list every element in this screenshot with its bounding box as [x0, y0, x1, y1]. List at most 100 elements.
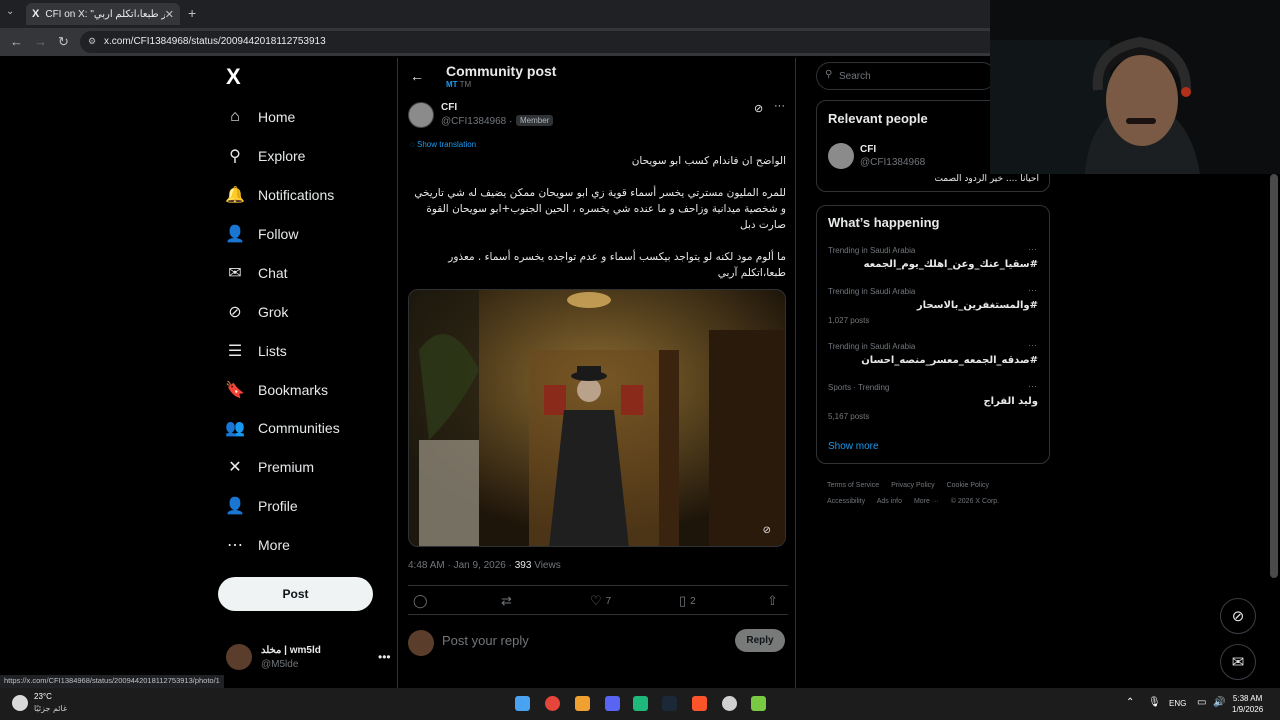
- reply-submit-button[interactable]: Reply: [735, 629, 785, 652]
- community-name[interactable]: MT: [446, 80, 458, 89]
- footer-link[interactable]: Ads info: [877, 498, 902, 505]
- more-dots-icon[interactable]: ···: [1028, 244, 1037, 254]
- clock-time: 5:38 AM: [1232, 694, 1263, 703]
- show-more-link[interactable]: Show more: [828, 441, 879, 452]
- discord-icon[interactable]: [605, 696, 620, 711]
- weather-icon[interactable]: [12, 695, 28, 711]
- reply-button[interactable]: ◯: [413, 593, 432, 609]
- new-tab-icon[interactable]: +: [188, 5, 196, 21]
- nav-item-lists[interactable]: ☰ Lists: [226, 336, 287, 366]
- taskbar-clock[interactable]: 5:38 AM 1/9/2026: [1232, 693, 1263, 715]
- steam-icon[interactable]: [662, 696, 677, 711]
- search-placeholder: Search: [839, 71, 871, 82]
- show-translation-link[interactable]: ◌ Show translation: [410, 140, 476, 149]
- post-author-handle[interactable]: @CFI1384968 ·: [441, 116, 512, 127]
- app-icon[interactable]: [722, 696, 737, 711]
- close-tab-icon[interactable]: ✕: [165, 8, 174, 21]
- nav-item-label: Home: [258, 109, 296, 125]
- app-icon[interactable]: [633, 696, 648, 711]
- main-column: ← Community post MT TM CFI @CFI1384968 ·…: [397, 58, 796, 688]
- relevant-person-handle[interactable]: @CFI1384968: [860, 157, 925, 168]
- whats-happening-panel: What’s happening Trending in Saudi Arabi…: [816, 205, 1050, 464]
- chrome-icon[interactable]: [545, 696, 560, 711]
- nav-item-explore[interactable]: ⚲ Explore: [226, 141, 305, 171]
- footer-link[interactable]: Accessibility: [827, 498, 865, 505]
- reload-icon[interactable]: ↻: [58, 34, 69, 50]
- trend-meta: Trending in Saudi Arabia: [828, 246, 916, 255]
- nav-item-notifications[interactable]: 🔔 Notifications: [225, 180, 334, 210]
- relevant-person-name[interactable]: CFI: [860, 144, 876, 155]
- webcam-person-image: [990, 0, 1280, 174]
- post-button[interactable]: Post: [218, 577, 373, 611]
- tab-list-chevron-icon[interactable]: ⌄: [6, 6, 14, 17]
- share-button[interactable]: ⇧: [767, 593, 782, 609]
- repost-button[interactable]: ⇄: [501, 593, 516, 609]
- like-button[interactable]: ♡ 7: [590, 593, 611, 609]
- nav-item-premium[interactable]: ✕ Premium: [226, 452, 314, 482]
- grok-icon[interactable]: ⊘: [754, 102, 763, 115]
- community-extra: TM: [459, 80, 472, 89]
- grok-analyze-icon[interactable]: ⊘: [763, 525, 771, 536]
- trend-name[interactable]: #والمستغفرين_بالاسحار: [917, 300, 1038, 311]
- app-icon[interactable]: [751, 696, 766, 711]
- avatar[interactable]: [408, 102, 434, 128]
- more-dots-icon[interactable]: ···: [1028, 381, 1037, 391]
- volume-icon[interactable]: 🔊: [1213, 697, 1225, 708]
- nav-item-more[interactable]: ⋯ More: [226, 530, 290, 560]
- trend-name[interactable]: #سقيا_عنك_وعن_اهلك_يوم_الجمعه: [864, 259, 1038, 270]
- bookmark-button[interactable]: ▯ 2: [679, 593, 696, 609]
- post-text-paragraph: الواضح ان فاندام كسب ابو سويحان: [631, 155, 786, 167]
- nav-item-follow[interactable]: 👤 Follow: [225, 219, 298, 249]
- home-icon: ⌂: [230, 108, 240, 125]
- forward-arrow-icon[interactable]: →: [34, 34, 47, 49]
- post-media-image[interactable]: ⊘: [408, 289, 786, 547]
- app-icon[interactable]: [575, 696, 590, 711]
- grok-icon: ⊘: [228, 304, 242, 321]
- footer-copyright: © 2026 X Corp.: [950, 498, 1000, 505]
- network-icon[interactable]: ▭: [1197, 697, 1206, 708]
- messages-floating-button[interactable]: ✉: [1220, 644, 1256, 680]
- nav-item-label: Explore: [258, 148, 306, 164]
- brave-icon[interactable]: [692, 696, 707, 711]
- back-arrow-icon[interactable]: ←: [410, 68, 424, 84]
- nav-item-home[interactable]: ⌂ Home: [226, 102, 295, 132]
- reply-input[interactable]: Post your reply: [442, 633, 529, 648]
- nav-item-communities[interactable]: 👥 Communities: [225, 413, 340, 443]
- tray-chevron-icon[interactable]: ⌃: [1126, 697, 1134, 708]
- site-info-icon[interactable]: ⚙: [88, 36, 96, 47]
- grok-floating-button[interactable]: ⊘: [1220, 598, 1256, 634]
- nav-item-profile[interactable]: 👤 Profile: [225, 491, 298, 521]
- post-author-name[interactable]: CFI: [441, 102, 457, 113]
- back-arrow-icon[interactable]: ←: [10, 34, 23, 49]
- trend-name[interactable]: وليد الفراج: [983, 396, 1038, 407]
- start-menu-icon[interactable]: [515, 696, 530, 711]
- mic-icon[interactable]: 🎙: [1148, 697, 1161, 708]
- more-dots-icon[interactable]: •••: [378, 650, 391, 664]
- footer-link[interactable]: More ···: [914, 498, 939, 505]
- trend-meta: Trending in Saudi Arabia: [828, 342, 916, 351]
- footer-link[interactable]: Cookie Policy: [947, 482, 989, 489]
- search-input[interactable]: ⚲ Search: [816, 62, 996, 90]
- account-switcher[interactable]: مخلد | wm5ld @M5lde •••: [226, 642, 391, 672]
- browser-tab[interactable]: X CFI on X: "معذور طبعا،اتكلم آربي" ✕: [26, 3, 180, 25]
- language-indicator[interactable]: ENG: [1169, 699, 1186, 708]
- page-scrollbar[interactable]: [1270, 174, 1278, 578]
- footer-link[interactable]: Privacy Policy: [891, 482, 935, 489]
- sidebar: X ⌂ Home ⚲ Explore 🔔 Notifications 👤 Follow ✉ Cha…: [218, 58, 398, 688]
- x-logo-icon[interactable]: X: [226, 64, 241, 90]
- more-dots-icon[interactable]: ···: [1028, 285, 1037, 295]
- avatar[interactable]: [828, 143, 854, 169]
- account-handle: @M5lde: [261, 659, 299, 670]
- nav-item-chat[interactable]: ✉ Chat: [226, 258, 287, 288]
- more-dots-icon[interactable]: ···: [774, 100, 785, 112]
- nav-item-label: Communities: [258, 420, 340, 436]
- nav-item-bookmarks[interactable]: 🔖 Bookmarks: [225, 375, 328, 405]
- more-dots-icon[interactable]: ···: [1028, 340, 1037, 350]
- trend-meta: Sports · Trending: [828, 383, 890, 392]
- footer-link[interactable]: Terms of Service: [827, 482, 879, 489]
- post-timestamp[interactable]: 4:48 AM · Jan 9, 2026 ·: [408, 560, 512, 571]
- trend-name[interactable]: #صدقه_الجمعه_معسر_منصه_احسان: [861, 355, 1038, 366]
- nav-item-grok[interactable]: ⊘ Grok: [226, 297, 288, 327]
- page-title: Community post: [446, 63, 557, 79]
- community-link[interactable]: MT TM: [446, 80, 471, 89]
